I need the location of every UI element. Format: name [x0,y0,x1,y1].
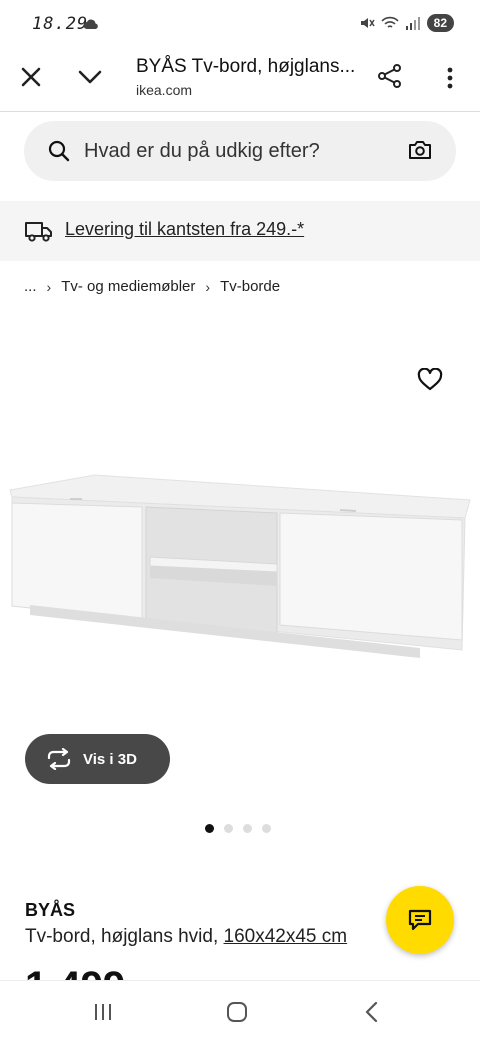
back-icon[interactable] [363,1001,381,1023]
heart-icon[interactable] [417,368,443,392]
carousel-dot[interactable] [205,824,214,833]
status-time: 18.29 [32,14,89,34]
share-icon[interactable] [376,62,404,90]
chat-icon [408,909,432,931]
weather-icon [83,19,98,29]
carousel-dot[interactable] [224,824,233,833]
chevron-right-icon: › [205,278,211,295]
breadcrumb-item-tv-media[interactable]: Tv- og mediemøbler [61,278,195,295]
carousel-dot[interactable] [243,824,252,833]
search-input[interactable] [84,121,384,181]
search-icon [48,140,70,162]
product-name: BYÅS [25,900,76,920]
delivery-banner[interactable]: Levering til kantsten fra 249.-* [0,201,480,261]
mute-icon [360,18,375,28]
system-nav-bar [0,980,480,1040]
status-icons: 82 [359,14,454,32]
breadcrumb: ... › Tv- og mediemøbler › Tv-borde [24,278,280,295]
product-size-link[interactable]: 160x42x45 cm [224,926,348,947]
more-options-icon[interactable] [440,64,460,92]
wifi-icon [381,16,399,28]
battery-indicator: 82 [426,14,454,32]
product-description: Tv-bord, højglans hvid, 160x42x45 cm [25,926,347,948]
recent-apps-icon[interactable] [92,1001,114,1023]
carousel-dot[interactable] [262,824,271,833]
carousel-indicator [205,824,271,833]
chevron-right-icon: › [46,278,52,295]
chevron-down-icon[interactable] [76,64,104,90]
truck-icon [25,222,52,242]
signal-icon [405,17,420,30]
page-url: ikea.com [136,82,193,98]
search-bar[interactable] [24,121,456,181]
close-icon[interactable] [18,64,44,90]
product-price-value: 1 499 [25,966,125,980]
browser-tab-header: BYÅS Tv-bord, højglans... ikea.com [0,48,480,112]
view-3d-label: Vis i 3D [83,750,137,768]
home-icon[interactable] [226,1001,248,1023]
breadcrumb-ellipsis[interactable]: ... [24,278,37,295]
product-price: 1 499 [25,962,125,980]
delivery-link[interactable]: Levering til kantsten fra 249.-* [65,219,304,240]
breadcrumb-item-tv-borde[interactable]: Tv-borde [220,278,280,295]
rotate-3d-icon [47,748,71,770]
page-title: BYÅS Tv-bord, højglans... [136,56,356,77]
product-image [9,474,471,658]
status-bar: 18.29 82 [0,0,480,48]
product-description-text: Tv-bord, højglans hvid, [25,926,224,947]
product-gallery[interactable]: Vis i 3D [0,320,480,820]
view-3d-button[interactable]: Vis i 3D [25,734,170,784]
chat-button[interactable] [386,886,454,954]
camera-icon[interactable] [408,138,432,162]
